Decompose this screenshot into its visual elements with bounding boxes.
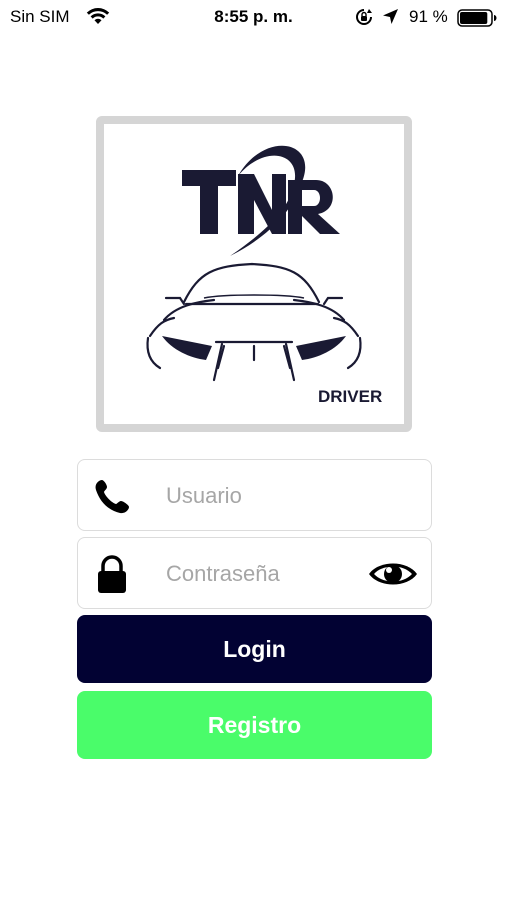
- phone-icon: [95, 480, 129, 514]
- password-input[interactable]: [166, 556, 366, 592]
- login-button[interactable]: Login: [77, 615, 432, 683]
- logo-windshield: [203, 294, 305, 299]
- logo-letter-t: [182, 170, 236, 234]
- lock-icon: [98, 555, 126, 593]
- logo-card: DRIVER: [96, 116, 412, 432]
- logo-headlight-right: [296, 336, 346, 360]
- eye-icon[interactable]: [367, 558, 419, 590]
- location-arrow-icon: [383, 9, 398, 24]
- logo-car: [146, 262, 362, 382]
- password-field[interactable]: [77, 537, 432, 609]
- register-button[interactable]: Registro: [77, 691, 432, 759]
- username-field[interactable]: [77, 459, 432, 531]
- logo-letter-r: [288, 180, 340, 234]
- logo-letter-n: [238, 174, 286, 234]
- battery-percentage: 91 %: [409, 7, 448, 26]
- status-bar: Sin SIM 8:55 p. m. 91 %: [0, 0, 507, 36]
- rotation-lock-icon: [356, 9, 372, 25]
- battery-icon: [457, 9, 497, 27]
- logo-tag: DRIVER: [318, 387, 382, 406]
- logo-headlight-left: [162, 336, 212, 360]
- username-input[interactable]: [166, 478, 366, 514]
- tnr-driver-logo: DRIVER: [146, 145, 382, 406]
